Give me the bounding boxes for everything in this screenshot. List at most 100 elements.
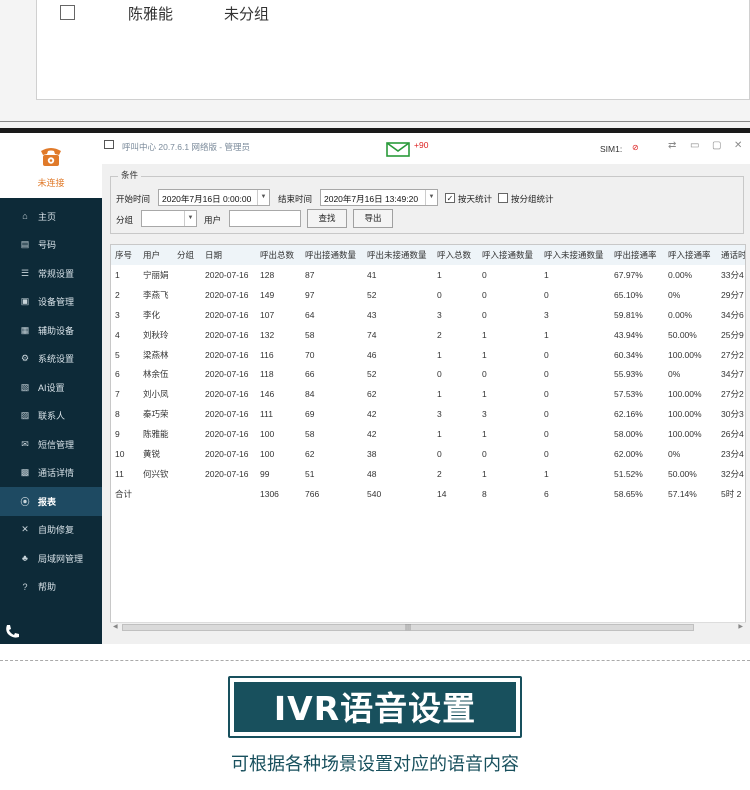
sidebar-item[interactable]: ▦ 辅助设备 [0, 316, 102, 345]
table-cell: 60.34% [614, 349, 643, 360]
sidebar-item[interactable]: ⌂ 主页 [0, 202, 102, 231]
table-row[interactable]: 5 梁燕林 2020-07-16 116 70 46 1 1 0 60.34% 100.00% 27分… [111, 345, 745, 365]
table-cell: 50.00% [668, 468, 697, 479]
nav-icon: ☰ [20, 267, 30, 278]
table-cell: 刘小凤 [143, 389, 169, 400]
column-header[interactable]: 序号 [111, 245, 139, 265]
column-header[interactable]: 呼入总数 [433, 245, 478, 265]
horizontal-scrollbar[interactable]: ◀ ||| ▶ [110, 622, 746, 632]
sidebar-item-label: 系统设置 [38, 354, 75, 365]
sidebar-item[interactable]: ✕ 自助修复 [0, 516, 102, 545]
sidebar-item[interactable]: ▧ AI设置 [0, 373, 102, 402]
maximize-icon[interactable]: ▢ [712, 140, 721, 151]
column-header[interactable]: 呼入接通率 [664, 245, 717, 265]
export-button[interactable]: 导出 [353, 209, 393, 228]
table-row[interactable]: 11 何兴钦 2020-07-16 99 51 48 2 1 1 51.52% 50.00% 32分4 [111, 464, 745, 484]
column-header[interactable]: 用户 [139, 245, 173, 265]
scroll-left-icon[interactable]: ◀ [113, 623, 118, 630]
total-cell: 1306 [260, 488, 279, 499]
table-cell: 陈雅能 [143, 429, 169, 440]
chevron-down-icon[interactable]: ▼ [184, 211, 196, 226]
table-cell: 0.00% [668, 309, 693, 320]
table-cell: 74 [367, 329, 377, 340]
sidebar-item[interactable]: ▩ 通话详情 [0, 459, 102, 488]
group-select[interactable]: ▼ [141, 210, 197, 227]
table-row[interactable]: 4 刘秋玲 2020-07-16 132 58 74 2 1 1 43.94% 50.00% 25分9 [111, 325, 745, 345]
chevron-down-icon[interactable]: ▼ [425, 190, 437, 205]
phone-handset-icon[interactable] [4, 624, 20, 640]
table-cell: 何兴钦 [143, 468, 169, 479]
table-row[interactable]: 3 李化 2020-07-16 107 64 43 3 0 3 59.81% 0.00% 34分6 [111, 305, 745, 325]
nav-icon: ▤ [20, 239, 30, 250]
table-cell: 42 [367, 429, 377, 440]
sidebar-item[interactable]: ⚙ 系统设置 [0, 345, 102, 374]
table-cell: 33分4 [721, 269, 744, 280]
sidebar-item[interactable]: ▨ 联系人 [0, 402, 102, 431]
table-cell: 97 [305, 289, 315, 300]
table-cell: 62.00% [614, 448, 643, 459]
nav-icon: ▦ [20, 324, 30, 335]
sidebar-item[interactable]: ☰ 常规设置 [0, 259, 102, 288]
total-cell: 8 [482, 488, 487, 499]
nav-icon: ✕ [21, 524, 29, 535]
table-row[interactable]: 1 宁丽娟 2020-07-16 128 87 41 1 0 1 67.97% 0.00% 33分4 [111, 265, 745, 285]
by-day-checkbox[interactable]: ✓ [445, 193, 455, 203]
end-time-field[interactable]: 2020年7月16日 13:49:20 ▼ [320, 189, 438, 206]
swap-icon[interactable]: ⇄ [668, 140, 676, 151]
sidebar-item[interactable]: ✉ 短信管理 [0, 430, 102, 459]
sidebar-item-label: 局域网管理 [38, 553, 84, 564]
column-header[interactable]: 呼入未接通数量 [540, 245, 610, 265]
sim-label: SIM1: [600, 144, 623, 154]
table-cell: 51 [305, 468, 315, 479]
column-header[interactable]: 呼入接通数量 [478, 245, 540, 265]
row-checkbox[interactable] [60, 5, 75, 20]
table-cell: 1 [437, 269, 442, 280]
sidebar-item[interactable]: ? 帮助 [0, 573, 102, 602]
sidebar-item[interactable]: ♣ 局域网管理 [0, 544, 102, 573]
scroll-right-icon[interactable]: ▶ [738, 623, 743, 630]
total-cell [139, 484, 173, 504]
table-row[interactable]: 9 陈雅能 2020-07-16 100 58 42 1 1 0 58.00% 100.00% 26分… [111, 424, 745, 444]
table-row[interactable]: 6 林余伍 2020-07-16 118 66 52 0 0 0 55.93% 0% 34分7 [111, 364, 745, 384]
table-cell: 107 [260, 309, 275, 320]
mail-icon[interactable] [386, 142, 410, 157]
table-cell: 25分9 [721, 329, 744, 340]
table-cell: 100.00% [668, 389, 702, 400]
sidebar-item[interactable]: ▣ 设备管理 [0, 288, 102, 317]
chevron-down-icon[interactable]: ▼ [257, 190, 269, 205]
column-header[interactable]: 呼出接通率 [610, 245, 664, 265]
table-row[interactable]: 7 刘小凤 2020-07-16 146 84 62 1 1 0 57.53% 100.00% 27分… [111, 384, 745, 404]
table-cell: 0 [437, 369, 442, 380]
table-row[interactable]: 10 黄锐 2020-07-16 100 62 38 0 0 0 62.00% 0% 23分4 [111, 444, 745, 464]
sidebar-item[interactable]: ▤ 号码 [0, 231, 102, 260]
table-cell: 李燕飞 [143, 289, 169, 300]
table-cell: 3 [115, 309, 120, 320]
table-cell: 0% [668, 369, 681, 380]
table-row[interactable]: 2 李燕飞 2020-07-16 149 97 52 0 0 0 65.10% 0% 29分7 [111, 285, 745, 305]
start-time-field[interactable]: 2020年7月16日 0:00:00 ▼ [158, 189, 270, 206]
table-row[interactable]: 8 秦巧荣 2020-07-16 111 69 42 3 3 0 62.16% 100.00% 30分… [111, 404, 745, 424]
column-header[interactable]: 呼出接通数量 [301, 245, 363, 265]
minimize-icon[interactable]: ▭ [690, 140, 699, 151]
column-header[interactable]: 呼出未接通数量 [363, 245, 433, 265]
scroll-thumb[interactable]: ||| [122, 624, 694, 631]
table-cell: 41 [367, 269, 377, 280]
table-cell: 11 [115, 468, 124, 479]
column-header[interactable]: 日期 [201, 245, 256, 265]
sidebar-item-label: 常规设置 [38, 268, 75, 279]
column-header[interactable]: 分组 [173, 245, 201, 265]
close-icon[interactable]: ✕ [734, 140, 742, 151]
total-cell [173, 484, 201, 504]
by-group-checkbox[interactable] [498, 193, 508, 203]
column-header[interactable]: 通话时长 [717, 245, 745, 265]
table-cell: 38 [367, 448, 377, 459]
menu-icon[interactable] [104, 140, 114, 149]
user-input[interactable] [229, 210, 301, 227]
search-button[interactable]: 查找 [307, 209, 347, 228]
table-cell: 66 [305, 369, 315, 380]
sidebar-item-label: 短信管理 [38, 439, 75, 450]
column-header[interactable]: 呼出总数 [256, 245, 301, 265]
sidebar-item[interactable]: ⦿ 报表 [0, 487, 102, 516]
total-cell: 合计 [115, 488, 133, 499]
start-time-value: 2020年7月16日 0:00:00 [162, 194, 252, 204]
